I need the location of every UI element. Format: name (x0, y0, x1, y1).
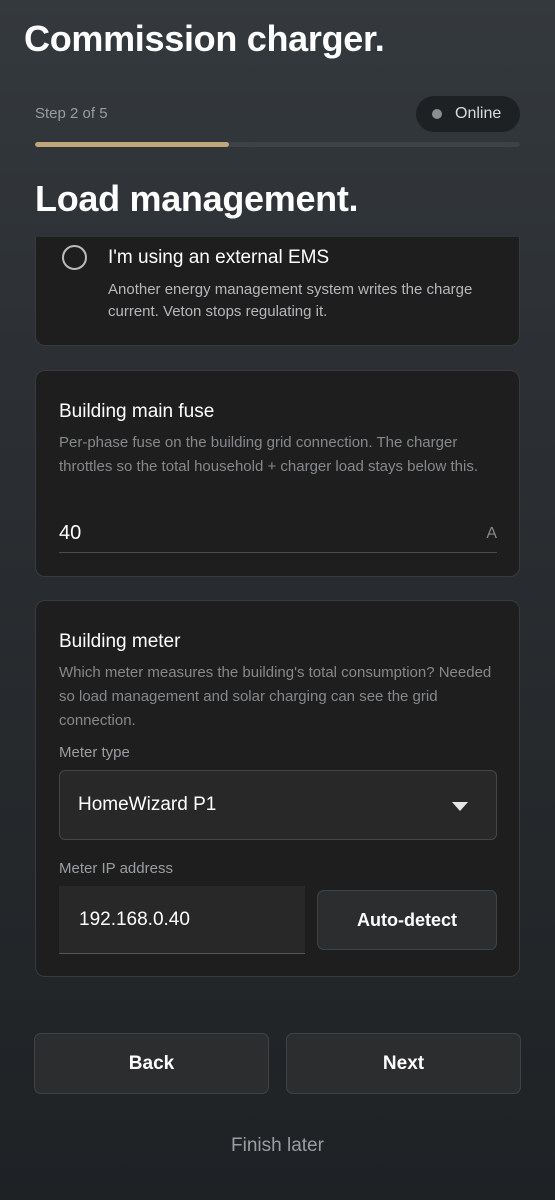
chevron-down-icon (452, 802, 468, 811)
next-button[interactable]: Next (286, 1033, 521, 1094)
meter-type-label: Meter type (59, 744, 130, 761)
card-title: Building main fuse (59, 401, 215, 422)
card-description: Per-phase fuse on the building grid conn… (59, 434, 478, 475)
fuse-input[interactable] (59, 519, 459, 547)
status-badge: Online (416, 96, 520, 132)
selected-value: HomeWizard P1 (78, 794, 217, 815)
option-title: I'm using an external EMS (108, 247, 330, 268)
auto-detect-button[interactable]: Auto-detect (317, 890, 497, 950)
back-button[interactable]: Back (34, 1033, 269, 1094)
status-dot-icon (432, 109, 442, 119)
app-title: Commission charger. (24, 18, 385, 59)
step-indicator: Step 2 of 5 (35, 105, 108, 122)
meter-ip-label: Meter IP address (59, 860, 173, 877)
option-description: Another energy management system writes … (108, 281, 473, 320)
external-ems-option[interactable]: I'm using an external EMS Another energy… (35, 237, 520, 346)
fuse-field: A (59, 519, 497, 553)
radio-button[interactable] (62, 245, 87, 270)
meter-type-select[interactable]: HomeWizard P1 (59, 770, 497, 840)
section-title: Load management. (35, 178, 359, 219)
status-label: Online (455, 105, 502, 122)
card-title: Building meter (59, 631, 181, 652)
unit-label: A (486, 525, 497, 542)
building-meter-card: Building meter Which meter measures the … (35, 600, 520, 977)
main-fuse-card: Building main fuse Per-phase fuse on the… (35, 370, 520, 577)
progress-fill (35, 142, 229, 147)
card-description: Which meter measures the building's tota… (59, 664, 492, 729)
meter-ip-input[interactable] (59, 886, 305, 954)
finish-later-link[interactable]: Finish later (0, 1135, 555, 1157)
progress-bar (35, 142, 520, 147)
